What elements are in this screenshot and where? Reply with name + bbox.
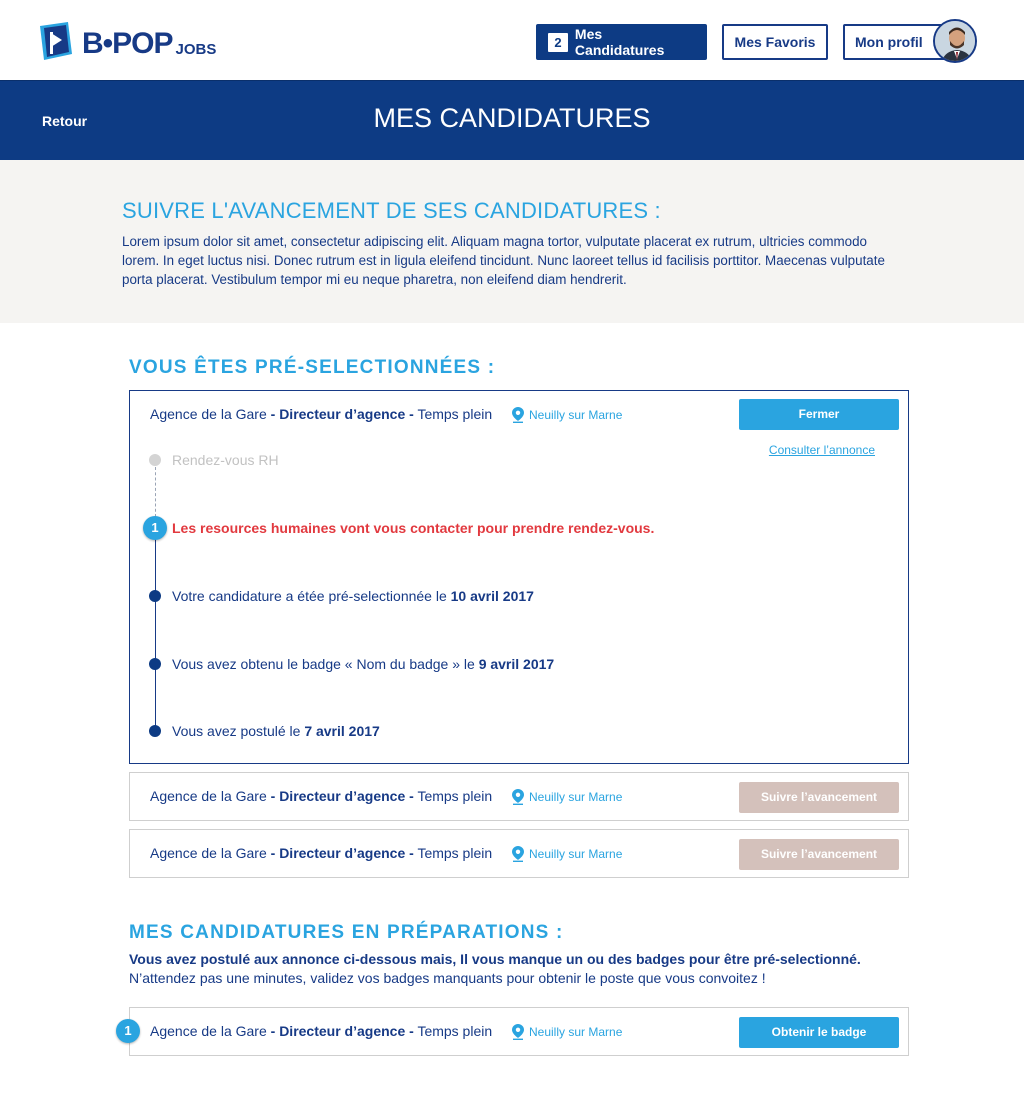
preparation-description: Vous avez postulé aux annonce ci-dessous…: [129, 950, 929, 988]
my-profile-label: Mon profil: [855, 34, 923, 50]
agency-name: Agence de la Gare: [150, 1023, 267, 1039]
location-pin-icon: [512, 789, 524, 805]
track-progress-button[interactable]: Suivre l’avancement: [739, 782, 899, 813]
contract-type: Temps plein: [417, 406, 493, 422]
application-card: Agence de la Gare - Directeur d’agence -…: [129, 829, 909, 878]
timeline-step-badge-date: 9 avril 2017: [478, 656, 555, 672]
job-title-line[interactable]: Agence de la Gare - Directeur d’agence -…: [150, 406, 492, 422]
location: Neuilly sur Marne: [512, 407, 622, 423]
timeline-step-preselected: Votre candidature a étée pré-selectionné…: [172, 588, 534, 604]
job-title-line[interactable]: Agence de la Gare - Directeur d’agence -…: [150, 845, 492, 861]
my-favorites-label: Mes Favoris: [734, 34, 816, 50]
my-favorites-button[interactable]: Mes Favoris: [722, 24, 828, 60]
location: Neuilly sur Marne: [512, 789, 622, 805]
page-banner: Retour MES CANDIDATURES: [0, 80, 1024, 160]
timeline-current-badge: 1: [143, 516, 167, 540]
timeline-step-applied-text: Vous avez postulé le: [172, 723, 301, 739]
agency-name: Agence de la Gare: [150, 406, 267, 422]
job-title-line[interactable]: Agence de la Gare - Directeur d’agence -…: [150, 1023, 492, 1039]
contract-type: Temps plein: [417, 788, 493, 804]
timeline-step-future: Rendez-vous RH: [172, 452, 279, 468]
position-name: - Directeur d’agence -: [270, 406, 414, 422]
location-pin-icon: [512, 846, 524, 862]
missing-badge-count: 1: [116, 1019, 140, 1043]
view-offer-link[interactable]: Consulter l’annonce: [769, 443, 875, 457]
timeline-dashed-connector: [155, 467, 156, 517]
preparation-card: Agence de la Gare - Directeur d’agence -…: [129, 1007, 909, 1056]
location-label: Neuilly sur Marne: [529, 790, 623, 804]
location: Neuilly sur Marne: [512, 846, 622, 862]
logo-text: B•POP: [82, 27, 174, 60]
contract-type: Temps plein: [417, 845, 493, 861]
contract-type: Temps plein: [417, 1023, 493, 1039]
application-card: Agence de la Gare - Directeur d’agence -…: [129, 772, 909, 821]
preparation-description-text: N’attendez pas une minutes, validez vos …: [129, 970, 766, 986]
logo-subtext: JOBS: [175, 41, 217, 58]
position-name: - Directeur d’agence -: [270, 845, 414, 861]
agency-name: Agence de la Gare: [150, 788, 267, 804]
timeline-step-applied-date: 7 avril 2017: [304, 723, 380, 739]
timeline-connector: [155, 539, 156, 731]
location-label: Neuilly sur Marne: [529, 847, 623, 861]
timeline-step-badge: Vous avez obtenu le badge « Nom du badge…: [172, 656, 554, 672]
preparation-section-title: MES CANDIDATURES EN PRÉPARATIONS :: [129, 922, 564, 943]
timeline-dot-badge: [149, 658, 161, 670]
location-pin-icon: [512, 1024, 524, 1040]
job-title-line[interactable]: Agence de la Gare - Directeur d’agence -…: [150, 788, 492, 804]
timeline-step-badge-text: Vous avez obtenu le badge « Nom du badge…: [172, 656, 475, 672]
intro-text: Lorem ipsum dolor sit amet, consectetur …: [122, 234, 885, 287]
position-name: - Directeur d’agence -: [270, 1023, 414, 1039]
track-progress-button[interactable]: Suivre l’avancement: [739, 839, 899, 870]
page-title: MES CANDIDATURES: [373, 103, 651, 133]
close-button[interactable]: Fermer: [739, 399, 899, 430]
timeline-current-step: Les resources humaines vont vous contact…: [172, 520, 655, 536]
location-label: Neuilly sur Marne: [529, 1025, 623, 1039]
timeline-dot-future: [149, 454, 161, 466]
applications-count-badge: 2: [548, 32, 568, 52]
timeline-step-preselected-date: 10 avril 2017: [450, 588, 534, 604]
timeline-step-preselected-text: Votre candidature a étée pré-selectionné…: [172, 588, 447, 604]
logo-mark-icon: [38, 22, 78, 62]
agency-name: Agence de la Gare: [150, 845, 267, 861]
my-applications-button[interactable]: 2 Mes Candidatures: [536, 24, 707, 60]
preparation-description-strong: Vous avez postulé aux annonce ci-dessous…: [129, 951, 861, 967]
get-badge-button[interactable]: Obtenir le badge: [739, 1017, 899, 1048]
my-applications-label: Mes Candidatures: [574, 26, 665, 58]
preselected-section-title: VOUS ÊTES PRÉ-SELECTIONNÉES :: [129, 357, 496, 378]
location-label: Neuilly sur Marne: [529, 408, 623, 422]
intro-section: SUIVRE L'AVANCEMENT DE SES CANDIDATURES …: [0, 160, 1024, 323]
position-name: - Directeur d’agence -: [270, 788, 414, 804]
timeline-dot-preselected: [149, 590, 161, 602]
application-card-expanded: Agence de la Gare - Directeur d’agence -…: [129, 390, 909, 764]
top-header: B•POP JOBS 2 Mes Candidatures Mes Favori…: [0, 0, 1024, 80]
avatar[interactable]: [933, 19, 977, 63]
intro-title: SUIVRE L'AVANCEMENT DE SES CANDIDATURES …: [122, 198, 661, 223]
brand-logo[interactable]: B•POP JOBS: [38, 22, 216, 62]
location-pin-icon: [512, 407, 524, 423]
location: Neuilly sur Marne: [512, 1024, 622, 1040]
timeline-step-applied: Vous avez postulé le 7 avril 2017: [172, 723, 380, 739]
timeline-dot-applied: [149, 725, 161, 737]
